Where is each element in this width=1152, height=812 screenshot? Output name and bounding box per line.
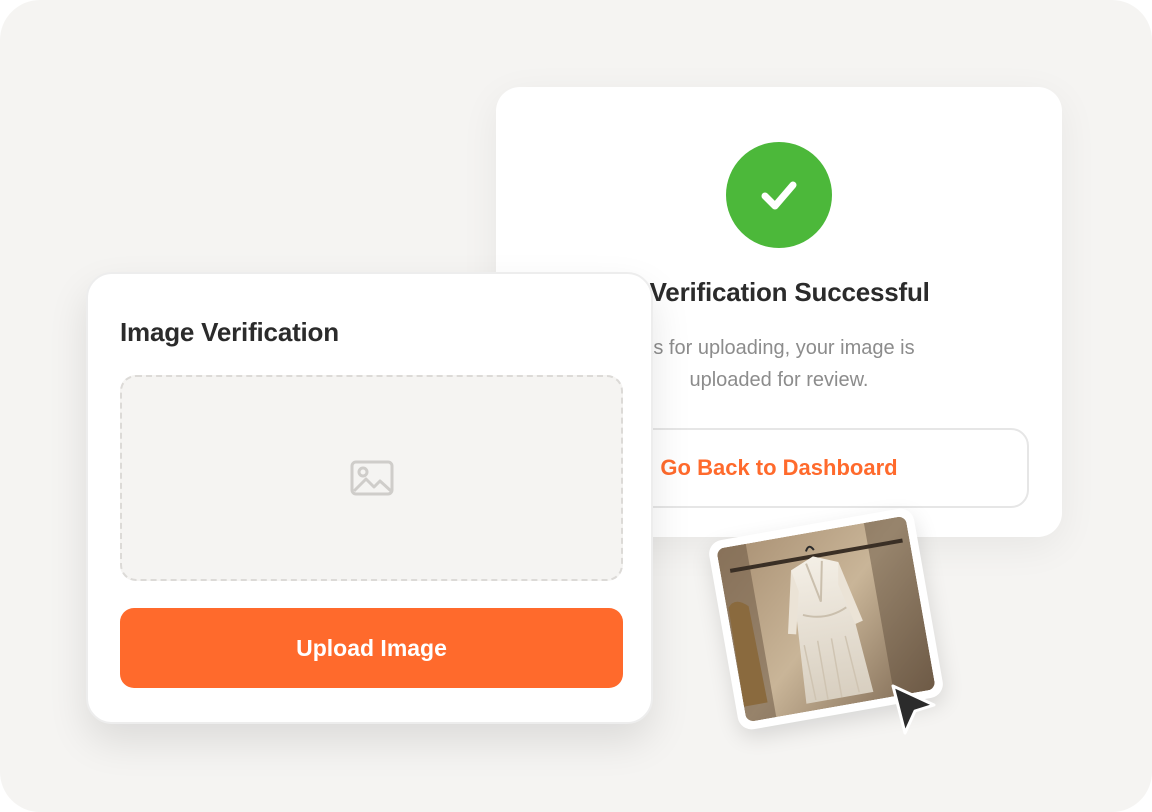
image-placeholder-icon xyxy=(350,460,393,496)
image-dropzone[interactable] xyxy=(120,375,623,581)
success-badge xyxy=(726,142,832,248)
upload-image-button[interactable]: Upload Image xyxy=(120,608,623,688)
canvas-background: e Verification Successful ks for uploadi… xyxy=(0,0,1152,812)
success-message: ks for uploading, your image is uploaded… xyxy=(643,337,915,391)
mouse-pointer-icon xyxy=(891,684,936,735)
image-verification-card: Image Verification Upload Image xyxy=(86,272,653,724)
card-title: Image Verification xyxy=(120,317,339,347)
check-icon xyxy=(761,181,797,210)
